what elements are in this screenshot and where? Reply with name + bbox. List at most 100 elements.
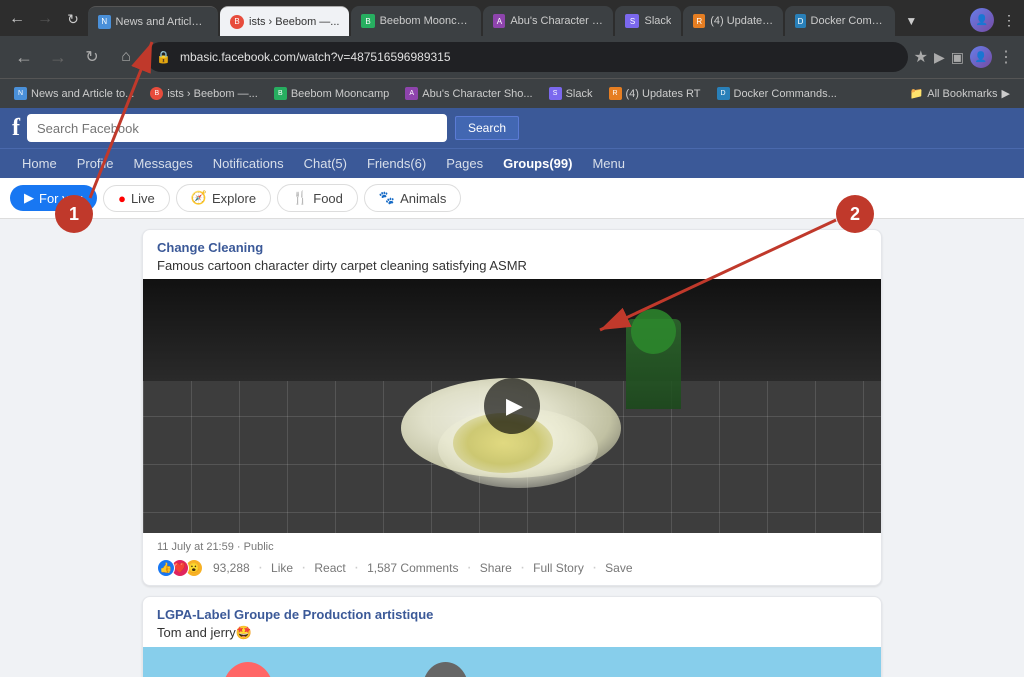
tab-favicon-4: A — [493, 14, 505, 28]
post-1-header: Change Cleaning Famous cartoon character… — [143, 230, 881, 279]
browser-profile-icon[interactable]: 👤 — [970, 8, 994, 32]
post-1-actions: 👍 ❤️ 😮 93,288 · Like · React · 1,587 Com… — [157, 559, 867, 577]
tab-label-7: Docker Commands... — [811, 15, 886, 27]
foryou-icon: ▶ — [24, 190, 34, 206]
fb-nav-profile[interactable]: Profile — [67, 149, 124, 178]
bookmark-item-6[interactable]: R (4) Updates RT — [603, 85, 707, 102]
explore-icon: 🧭 — [191, 190, 207, 206]
fb-header: f Search Home Profile Messages Notificat… — [0, 108, 1024, 178]
bookmark-item-1[interactable]: N News and Article to... — [8, 85, 140, 102]
forward-icon[interactable]: → — [44, 43, 72, 71]
fb-search-button[interactable]: Search — [455, 116, 519, 140]
reactions-count: 93,288 — [213, 561, 250, 575]
post-1-footer: 11 July at 21:59 · Public 👍 ❤️ 😮 93,288 … — [143, 533, 881, 585]
tab-2[interactable]: B ists › Beebom —... — [220, 6, 349, 36]
tab-1[interactable]: N News and Article to... — [88, 6, 218, 36]
tab-label-1: News and Article to... — [116, 16, 208, 28]
animals-icon: 🐾 — [379, 190, 395, 206]
watch-tab-live[interactable]: ● Live — [103, 185, 170, 212]
fb-nav-home[interactable]: Home — [12, 149, 67, 178]
live-icon: ● — [118, 191, 126, 206]
back-icon[interactable]: ← — [10, 43, 38, 71]
fb-search-input[interactable] — [27, 114, 447, 142]
post-1-title: Famous cartoon character dirty carpet cl… — [157, 258, 867, 273]
tab-favicon-1: N — [98, 15, 111, 29]
tab-label-3: Beebom Mooncamp — [380, 15, 472, 27]
play-button[interactable]: ▶ — [484, 378, 540, 434]
post-2-title: Tom and jerry🤩 — [157, 625, 867, 641]
tab-6[interactable]: R (4) Updates RT — [683, 6, 783, 36]
tab-more-btn[interactable]: ▼ — [897, 10, 925, 32]
nav-forward-btn[interactable]: → — [32, 6, 58, 32]
reload-icon[interactable]: ↻ — [78, 43, 106, 71]
fb-search-row: f Search — [0, 108, 1024, 148]
food-icon: 🍴 — [292, 190, 308, 206]
bookmark-item-4[interactable]: A Abu's Character Sho... — [399, 85, 538, 102]
fb-nav-groups[interactable]: Groups(99) — [493, 149, 582, 178]
address-input[interactable] — [146, 42, 908, 72]
fb-nav-messages[interactable]: Messages — [124, 149, 203, 178]
all-bookmarks-btn[interactable]: 📁 All Bookmarks ▶ — [904, 85, 1016, 102]
full-story-btn[interactable]: Full Story — [533, 561, 584, 575]
fb-logo: f — [12, 115, 19, 142]
post-2-video[interactable] — [143, 647, 881, 677]
fb-nav-notifications[interactable]: Notifications — [203, 149, 294, 178]
comments-btn[interactable]: 1,587 Comments — [367, 561, 458, 575]
tab-label-2: ists › Beebom —... — [249, 16, 339, 28]
account-circle-icon[interactable]: 👤 — [970, 46, 992, 68]
watch-tabs-bar: ▶ For you ● Live 🧭 Explore 🍴 Food 🐾 Anim… — [0, 178, 1024, 219]
bookmark-item-3[interactable]: B Beebom Mooncamp — [268, 85, 395, 102]
bookmark-item-2[interactable]: B ists › Beebom —... — [144, 85, 263, 102]
watch-tab-foryou[interactable]: ▶ For you — [10, 185, 97, 211]
tab-3[interactable]: B Beebom Mooncamp — [351, 6, 481, 36]
tab-4[interactable]: A Abu's Character Sho... — [483, 6, 613, 36]
bookmark-star-icon[interactable]: ★ — [914, 47, 928, 67]
tab-label-6: (4) Updates RT — [710, 15, 773, 27]
extensions-icon[interactable]: ▣ — [951, 49, 964, 66]
save-btn[interactable]: Save — [605, 561, 632, 575]
facebook-content: f Search Home Profile Messages Notificat… — [0, 108, 1024, 677]
fb-nav-chat[interactable]: Chat(5) — [294, 149, 357, 178]
watch-tab-explore[interactable]: 🧭 Explore — [176, 184, 271, 212]
watch-tab-food[interactable]: 🍴 Food — [277, 184, 358, 212]
bookmark-item-5[interactable]: S Slack — [543, 85, 599, 102]
like-reaction: 👍 — [157, 559, 175, 577]
post-1-video[interactable]: ▶ — [143, 279, 881, 533]
react-btn[interactable]: React — [314, 561, 345, 575]
tab-label-5: Slack — [644, 15, 671, 27]
nav-back-btn[interactable]: ← — [4, 6, 30, 32]
fb-nav-friends[interactable]: Friends(6) — [357, 149, 436, 178]
address-bar-row: ← → ↻ ⌂ 🔒 ★ ▶ ▣ 👤 ⋮ — [0, 36, 1024, 78]
tab-favicon-5: S — [625, 14, 639, 28]
secure-icon: 🔒 — [156, 50, 171, 64]
share-btn[interactable]: Share — [480, 561, 512, 575]
tab-7[interactable]: D Docker Commands... — [785, 6, 895, 36]
chrome-menu-icon[interactable]: ⋮ — [998, 47, 1014, 67]
cast-icon[interactable]: ▶ — [934, 49, 945, 66]
play-icon: ▶ — [506, 393, 523, 419]
like-btn[interactable]: Like — [271, 561, 293, 575]
post-card-2: LGPA-Label Groupe de Production artistiq… — [142, 596, 882, 677]
tab-favicon-3: B — [361, 14, 374, 28]
post-card-1: Change Cleaning Famous cartoon character… — [142, 229, 882, 586]
feed: Change Cleaning Famous cartoon character… — [132, 219, 892, 677]
reaction-icons: 👍 ❤️ 😮 — [157, 559, 203, 577]
post-1-meta: 11 July at 21:59 · Public — [157, 541, 867, 553]
fb-nav-bar: Home Profile Messages Notifications Chat… — [0, 148, 1024, 178]
bookmarks-bar: N News and Article to... B ists › Beebom… — [0, 78, 1024, 108]
nav-refresh-btn[interactable]: ↻ — [60, 6, 86, 32]
browser-chrome: ← → ↻ N News and Article to... B ists › … — [0, 0, 1024, 677]
bookmark-item-7[interactable]: D Docker Commands... — [711, 85, 843, 102]
tab-favicon-6: R — [693, 14, 705, 28]
tab-favicon-2: B — [230, 15, 244, 29]
tab-favicon-7: D — [795, 14, 805, 28]
fb-nav-menu[interactable]: Menu — [582, 149, 635, 178]
post-1-page-name[interactable]: Change Cleaning — [157, 240, 867, 255]
tab-5[interactable]: S Slack — [615, 6, 681, 36]
browser-menu-btn[interactable]: ⋮ — [1002, 12, 1016, 29]
post-2-page-name[interactable]: LGPA-Label Groupe de Production artistiq… — [157, 607, 867, 622]
watch-tab-animals[interactable]: 🐾 Animals — [364, 184, 461, 212]
address-bar-container: 🔒 — [146, 42, 908, 72]
home-icon[interactable]: ⌂ — [112, 43, 140, 71]
fb-nav-pages[interactable]: Pages — [436, 149, 493, 178]
